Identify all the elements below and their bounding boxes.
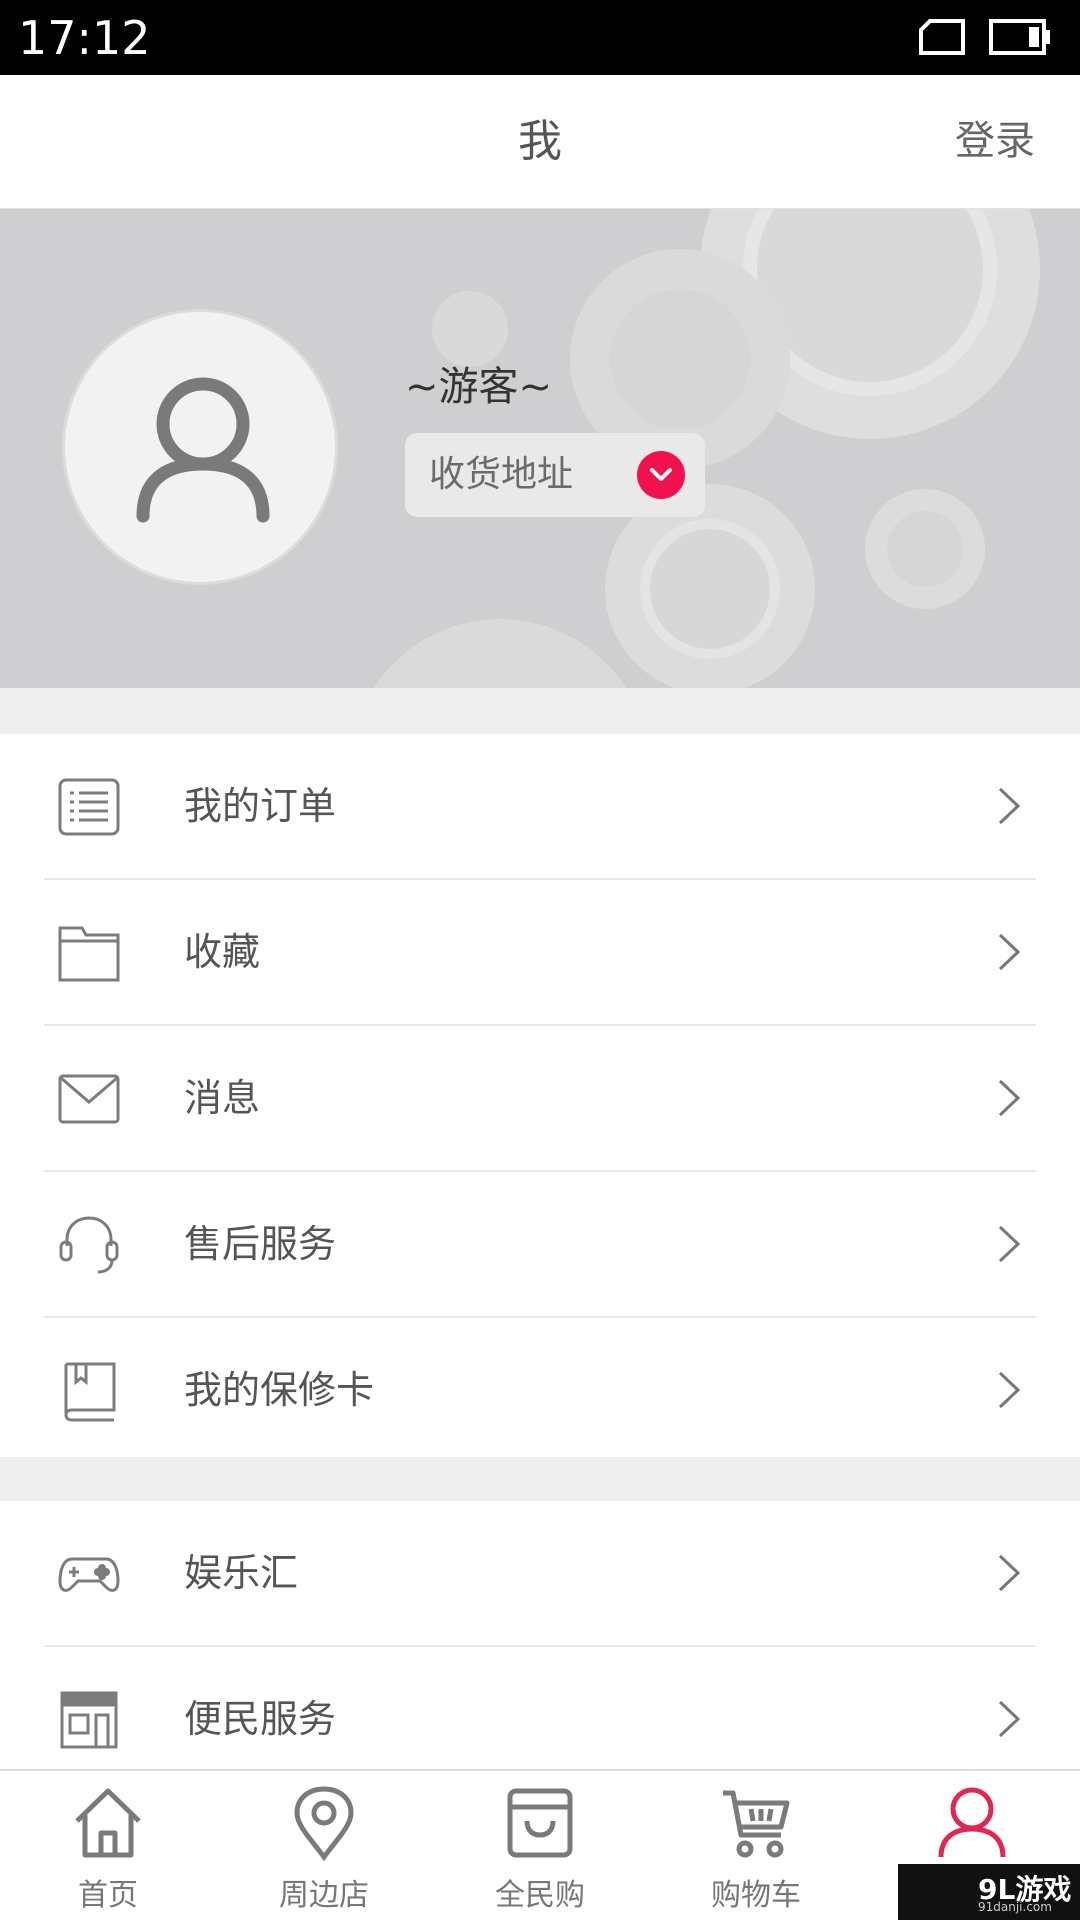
menu-item-label: 娱乐汇 xyxy=(184,1551,299,1595)
battery-icon xyxy=(989,19,1050,55)
status-time: 17:12 xyxy=(18,11,151,65)
chevron-right-icon xyxy=(998,1371,1021,1409)
tab-label: 首页 xyxy=(78,1878,138,1913)
mail-icon xyxy=(58,1068,120,1130)
chevron-down-icon xyxy=(637,451,685,499)
menu-item-messages[interactable]: 消息 xyxy=(44,1026,1036,1172)
menu-item-orders[interactable]: 我的订单 xyxy=(44,734,1036,880)
watermark: 9L游戏 91danji.com xyxy=(898,1864,1080,1920)
chevron-right-icon xyxy=(998,787,1021,825)
menu-item-label: 我的订单 xyxy=(184,784,337,828)
gamepad-icon xyxy=(58,1543,120,1605)
shipping-address-dropdown[interactable]: 收货地址 xyxy=(405,433,705,517)
status-bar: 17:12 xyxy=(0,0,1080,75)
tab-label: 周边店 xyxy=(279,1878,369,1913)
shipping-address-label: 收货地址 xyxy=(429,454,574,495)
tab-label: 购物车 xyxy=(711,1878,801,1913)
avatar[interactable] xyxy=(62,309,338,585)
watermark-site: 91danji.com xyxy=(978,1900,1052,1914)
menu-item-after-sales[interactable]: 售后服务 xyxy=(44,1172,1036,1318)
user-icon xyxy=(136,377,270,523)
tab-label: 全民购 xyxy=(495,1878,585,1913)
chevron-right-icon xyxy=(998,1079,1021,1117)
user-icon xyxy=(938,1787,1006,1858)
menu-item-favorites[interactable]: 收藏 xyxy=(44,880,1036,1026)
app-header: 我 登录 xyxy=(0,75,1080,209)
profile-banner: ~游客~ 收货地址 xyxy=(0,209,1080,688)
menu-item-label: 我的保修卡 xyxy=(184,1368,375,1412)
home-icon xyxy=(75,1788,141,1858)
chevron-right-icon xyxy=(998,1225,1021,1263)
tab-nearby-stores[interactable]: 周边店 xyxy=(216,1771,432,1922)
menu-item-label: 售后服务 xyxy=(184,1222,337,1266)
location-pin-icon xyxy=(294,1786,354,1861)
menu-group-services: 娱乐汇 便民服务 xyxy=(0,1501,1080,1771)
chevron-right-icon xyxy=(998,933,1021,971)
username: ~游客~ xyxy=(405,364,553,410)
folder-icon xyxy=(58,922,120,984)
shopping-bag-icon xyxy=(507,1788,573,1858)
menu-item-warranty-card[interactable]: 我的保修卡 xyxy=(44,1318,1036,1462)
tab-home[interactable]: 首页 xyxy=(0,1771,216,1922)
menu-item-label: 收藏 xyxy=(184,930,261,974)
chevron-right-icon xyxy=(998,1700,1021,1738)
tab-group-buy[interactable]: 全民购 xyxy=(432,1771,648,1922)
signal-icon xyxy=(919,19,965,55)
tab-cart[interactable]: 购物车 xyxy=(648,1771,864,1922)
chevron-right-icon xyxy=(998,1554,1021,1592)
menu-item-entertainment[interactable]: 娱乐汇 xyxy=(44,1501,1036,1647)
store-icon xyxy=(58,1689,120,1751)
order-list-icon xyxy=(58,776,120,838)
headset-icon xyxy=(58,1214,120,1276)
menu-item-label: 消息 xyxy=(184,1076,261,1120)
book-icon xyxy=(58,1360,120,1422)
menu-group-account: 我的订单 收藏 消息 售后服务 我的保修卡 xyxy=(0,734,1080,1457)
page-title: 我 xyxy=(518,116,562,167)
cart-icon xyxy=(723,1790,790,1858)
login-button[interactable]: 登录 xyxy=(955,75,1035,208)
